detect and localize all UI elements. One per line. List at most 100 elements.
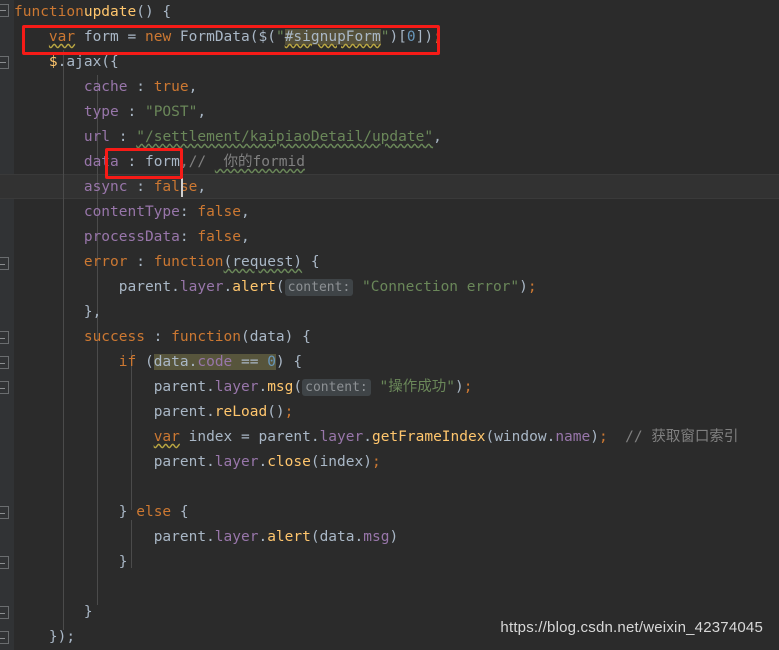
token-string-connection-error: "Connection error" bbox=[353, 279, 520, 295]
token-arg-request: (request) bbox=[223, 254, 303, 270]
token-key-type: type bbox=[83, 104, 119, 120]
token-keyword-new: new bbox=[144, 29, 180, 45]
token-dot: . bbox=[223, 279, 233, 295]
code-line[interactable]: var index = parent.layer.getFrameIndex(w… bbox=[0, 425, 739, 450]
token-brace: { bbox=[171, 504, 189, 520]
code-line[interactable]: success : function(data) { bbox=[0, 325, 311, 350]
token-prop-name: name bbox=[555, 429, 591, 445]
token-colon: : bbox=[127, 179, 154, 195]
token-operator: = bbox=[241, 429, 259, 445]
code-line[interactable]: parent.layer.alert(content: "Connection … bbox=[0, 275, 537, 300]
code-line[interactable]: }, bbox=[0, 300, 101, 325]
code-editor-window[interactable]: functionupdate() { var form = new FormDa… bbox=[0, 0, 779, 650]
code-line[interactable]: var form = new FormData($("#signupForm")… bbox=[0, 25, 442, 50]
token-object-parent: parent. bbox=[258, 429, 320, 445]
token-object-parent: parent. bbox=[153, 379, 215, 395]
token-paren: ( bbox=[310, 529, 320, 545]
code-line[interactable]: $.ajax({ bbox=[0, 50, 119, 75]
token-keyword-function: function bbox=[171, 329, 241, 345]
token-comma: , bbox=[433, 129, 442, 145]
code-line[interactable]: async : false, bbox=[0, 175, 206, 200]
code-line[interactable]: parent.layer.close(index); bbox=[0, 450, 381, 475]
token-colon: : bbox=[127, 254, 154, 270]
token-object-layer: layer bbox=[214, 379, 259, 395]
code-line[interactable]: data : form,// 你的formid bbox=[0, 150, 305, 175]
token-close-brace: } bbox=[118, 554, 128, 570]
token-number: 0 bbox=[406, 29, 416, 45]
code-line[interactable]: if (data.code == 0) { bbox=[0, 350, 302, 375]
token-method-alert: alert bbox=[267, 529, 311, 545]
token-dot: . bbox=[258, 454, 268, 470]
token-brace: { bbox=[302, 254, 320, 270]
token-prop-code: code bbox=[197, 354, 233, 370]
token-close-brace: } bbox=[118, 504, 137, 520]
code-line[interactable]: }); bbox=[0, 625, 75, 650]
token-comma: , bbox=[179, 154, 189, 170]
code-line[interactable]: url : "/settlement/kaipiaoDetail/update"… bbox=[0, 125, 442, 150]
code-line[interactable]: } bbox=[0, 550, 128, 575]
token-paren: ) bbox=[454, 379, 464, 395]
token-object-layer: layer bbox=[214, 454, 259, 470]
token-identifier-index: index bbox=[179, 429, 241, 445]
token-method-reload: reLoad bbox=[214, 404, 268, 420]
token-object-layer: layer bbox=[214, 529, 259, 545]
token-arg-index: (index) bbox=[310, 454, 372, 470]
token-condition-highlight: data.code == 0 bbox=[153, 354, 276, 370]
token-selector-highlight: #signupForm bbox=[284, 29, 381, 45]
token-operator-eq: == bbox=[232, 354, 268, 370]
token-colon: : bbox=[179, 229, 198, 245]
token-comment-text: 你的formid bbox=[214, 154, 305, 170]
code-line[interactable]: parent.layer.alert(data.msg) bbox=[0, 525, 398, 550]
token-class-formdata: FormData bbox=[179, 29, 250, 45]
code-line[interactable]: functionupdate() { bbox=[0, 0, 171, 25]
token-object-parent: parent. bbox=[118, 279, 180, 295]
token-arg-data: (data) bbox=[241, 329, 294, 345]
token-key-async: async bbox=[83, 179, 128, 195]
token-key-url: url bbox=[83, 129, 111, 145]
token-colon: : bbox=[118, 104, 145, 120]
code-text-layer[interactable]: functionupdate() { var form = new FormDa… bbox=[0, 0, 779, 650]
token-key-success: success bbox=[83, 329, 145, 345]
token-value-url: "/settlement/kaipiaoDetail/update" bbox=[136, 129, 434, 145]
token-key-error: error bbox=[83, 254, 128, 270]
token-comment-window-index: // 获取窗口索引 bbox=[607, 429, 739, 445]
token-paren: ) bbox=[519, 279, 528, 295]
token-value-post: "POST" bbox=[144, 104, 198, 120]
token-object-data: data bbox=[153, 354, 189, 370]
token-dot: . bbox=[354, 529, 364, 545]
code-line[interactable]: processData: false, bbox=[0, 225, 250, 250]
code-line[interactable]: } bbox=[0, 600, 93, 625]
code-line[interactable]: error : function(request) { bbox=[0, 250, 320, 275]
token-method-close: close bbox=[267, 454, 311, 470]
code-line[interactable]: contentType: false, bbox=[0, 200, 250, 225]
param-hint-chip: content: bbox=[284, 279, 354, 296]
token-brace: { bbox=[293, 329, 311, 345]
token-object-window: window. bbox=[494, 429, 556, 445]
watermark-url: https://blog.csdn.net/weixin_42374045 bbox=[500, 619, 763, 636]
token-keyword-if: if bbox=[118, 354, 137, 370]
code-line[interactable]: parent.layer.msg(content: "操作成功"); bbox=[0, 375, 472, 400]
token-colon: : bbox=[179, 204, 198, 220]
token-comma: , bbox=[197, 179, 207, 195]
code-line[interactable]: type : "POST", bbox=[0, 100, 206, 125]
code-line[interactable]: } else { bbox=[0, 500, 189, 525]
token-method-msg: msg bbox=[267, 379, 294, 395]
token-object-parent: parent. bbox=[153, 454, 215, 470]
token-semicolon: ; bbox=[433, 29, 442, 45]
code-line[interactable]: parent.reLoad(); bbox=[0, 400, 294, 425]
token-colon: : bbox=[144, 329, 172, 345]
token-brace: { bbox=[284, 354, 303, 370]
token-keyword-var: var bbox=[48, 29, 76, 45]
code-line[interactable]: cache : true, bbox=[0, 75, 198, 100]
